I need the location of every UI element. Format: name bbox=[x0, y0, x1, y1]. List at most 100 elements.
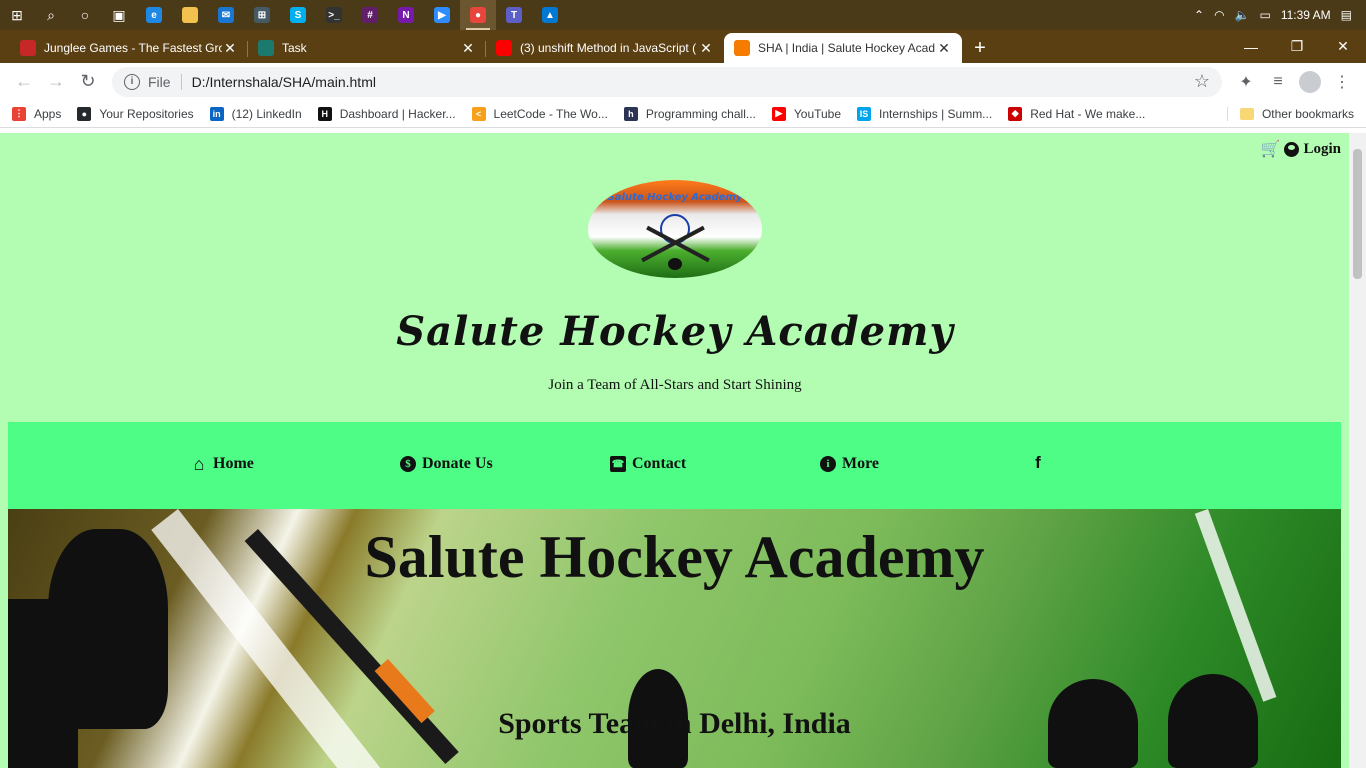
browser-tab[interactable]: Task ✕ bbox=[248, 33, 486, 63]
bookmark-item[interactable]: ▶ YouTube bbox=[771, 106, 841, 121]
back-button[interactable]: ← bbox=[8, 66, 40, 98]
tab-title: SHA | India | Salute Hockey Acad bbox=[758, 41, 935, 55]
notifications-icon[interactable]: ▤ bbox=[1341, 8, 1352, 22]
minimize-button[interactable]: — bbox=[1228, 30, 1274, 63]
nav-facebook[interactable]: f bbox=[1030, 453, 1046, 472]
tab-list: Junglee Games - The Fastest Gro ✕ Task ✕ (3)… bbox=[10, 33, 962, 63]
teams-glyph: T bbox=[506, 7, 522, 23]
tab-close-icon[interactable]: ✕ bbox=[936, 40, 952, 57]
bookmark-label: (12) LinkedIn bbox=[231, 106, 302, 121]
edge-icon[interactable]: e bbox=[136, 0, 172, 30]
menu-icon[interactable]: ⋮ bbox=[1326, 66, 1358, 98]
profile-button[interactable] bbox=[1294, 66, 1326, 98]
tab-favicon-icon bbox=[258, 40, 274, 56]
slack-icon[interactable]: # bbox=[352, 0, 388, 30]
bookmark-label: Internships | Summ... bbox=[879, 106, 993, 121]
bookmark-label: Your Repositories bbox=[99, 106, 194, 121]
login-link[interactable]: Login bbox=[1303, 141, 1341, 158]
chrome-icon[interactable]: ● bbox=[460, 0, 496, 30]
volume-icon[interactable]: 🔈 bbox=[1235, 8, 1250, 22]
clock[interactable]: 11:39 AM bbox=[1281, 8, 1331, 22]
extensions-icon[interactable]: ✦ bbox=[1230, 66, 1262, 98]
zoom-icon[interactable]: ▶ bbox=[424, 0, 460, 30]
bookmark-icon: ▶ bbox=[771, 106, 786, 121]
account-links: 🛒 Login bbox=[1261, 139, 1341, 159]
bookmark-item[interactable]: ⋮ Apps bbox=[12, 106, 62, 121]
cortana-icon[interactable]: ○ bbox=[68, 0, 102, 30]
tab-close-icon[interactable]: ✕ bbox=[460, 40, 476, 57]
search-icon[interactable]: ⌕ bbox=[34, 0, 68, 30]
browser-toolbar: ← → ↻ i File D:/Internshala/SHA/main.htm… bbox=[0, 63, 1366, 100]
site-title: Salute Hockey Academy bbox=[396, 308, 954, 355]
onenote-icon[interactable]: N bbox=[388, 0, 424, 30]
hockey-ball-icon bbox=[668, 258, 682, 270]
tab-favicon-icon bbox=[20, 40, 36, 56]
tab-favicon-icon bbox=[734, 40, 750, 56]
mail-icon[interactable]: ✉ bbox=[208, 0, 244, 30]
avatar bbox=[1299, 70, 1321, 93]
bookmark-item[interactable]: H Dashboard | Hacker... bbox=[317, 106, 456, 121]
tab-close-icon[interactable]: ✕ bbox=[222, 40, 238, 57]
bookmark-icon: ● bbox=[77, 106, 92, 121]
bookmark-item[interactable]: h Programming chall... bbox=[623, 106, 756, 121]
bookmark-item[interactable]: ◆ Red Hat - We make... bbox=[1008, 106, 1145, 121]
file-explorer-icon[interactable] bbox=[172, 0, 208, 30]
windows-start-icon[interactable]: ⊞ bbox=[0, 0, 34, 30]
browser-tab[interactable]: (3) unshift Method in JavaScript (✕ bbox=[486, 33, 724, 63]
url-text[interactable]: D:/Internshala/SHA/main.html bbox=[192, 74, 376, 90]
bookmark-label: Programming chall... bbox=[645, 106, 756, 121]
bookmark-item[interactable]: < LeetCode - The Wo... bbox=[471, 106, 608, 121]
other-bookmarks-label: Other bookmarks bbox=[1261, 106, 1354, 121]
wifi-icon[interactable]: ◠ bbox=[1214, 8, 1224, 22]
bookmark-label: Apps bbox=[34, 106, 62, 121]
hero-subtitle: Sports Team in Delhi, India bbox=[498, 707, 851, 740]
bookmark-star-icon[interactable]: ☆ bbox=[1194, 71, 1210, 92]
facebook-icon: f bbox=[1035, 453, 1041, 472]
browser-tab[interactable]: Junglee Games - The Fastest Gro ✕ bbox=[10, 33, 248, 63]
cart-icon[interactable]: 🛒 bbox=[1261, 139, 1281, 159]
bookmark-icon: IS bbox=[857, 106, 872, 121]
close-window-button[interactable]: ✕ bbox=[1320, 30, 1366, 63]
photos-glyph: ▲ bbox=[542, 7, 558, 23]
restore-button[interactable]: ❐ bbox=[1274, 30, 1320, 63]
nav-home-label: Home bbox=[213, 455, 254, 472]
bookmark-item[interactable]: in (12) LinkedIn bbox=[209, 106, 302, 121]
edge-glyph: e bbox=[146, 7, 162, 23]
nav-donate[interactable]: $ Donate Us bbox=[400, 455, 493, 473]
bookmark-item[interactable]: IS Internships | Summ... bbox=[857, 106, 993, 121]
store-glyph: ⊞ bbox=[254, 7, 270, 23]
bookmark-label: Dashboard | Hacker... bbox=[339, 106, 456, 121]
new-tab-button[interactable]: + bbox=[962, 33, 998, 63]
player-silhouette bbox=[8, 599, 78, 768]
teams-icon[interactable]: T bbox=[496, 0, 532, 30]
reload-button[interactable]: ↻ bbox=[72, 66, 104, 98]
other-bookmarks[interactable]: Other bookmarks bbox=[1226, 106, 1354, 121]
bookmark-label: LeetCode - The Wo... bbox=[493, 106, 608, 121]
skype-icon[interactable]: S bbox=[280, 0, 316, 30]
tab-favicon-icon bbox=[496, 40, 512, 56]
tab-close-icon[interactable]: ✕ bbox=[698, 40, 714, 57]
terminal-icon[interactable]: >_ bbox=[316, 0, 352, 30]
nav-more[interactable]: i More bbox=[820, 455, 879, 473]
browser-tab[interactable]: SHA | India | Salute Hockey Acad ✕ bbox=[724, 33, 962, 63]
page-scrollbar[interactable] bbox=[1349, 133, 1366, 768]
store-icon[interactable]: ⊞ bbox=[244, 0, 280, 30]
info-icon[interactable]: i bbox=[124, 73, 140, 90]
bookmark-icon: < bbox=[471, 106, 486, 121]
photos-icon[interactable]: ▲ bbox=[532, 0, 568, 30]
battery-icon[interactable]: ▭ bbox=[1260, 8, 1271, 22]
info-icon: i bbox=[820, 456, 836, 472]
bookmark-icon: ⋮ bbox=[12, 106, 26, 121]
chevron-up-icon[interactable]: ⌃ bbox=[1194, 8, 1204, 22]
nav-home[interactable]: ⌂ Home bbox=[191, 454, 254, 474]
scrollbar-thumb[interactable] bbox=[1353, 149, 1362, 279]
task-view-icon[interactable]: ▣ bbox=[102, 0, 136, 30]
forward-button[interactable]: → bbox=[40, 66, 72, 98]
chrome-glyph: ● bbox=[470, 7, 486, 23]
media-control-icon[interactable]: ≡ bbox=[1262, 66, 1294, 98]
slack-glyph: # bbox=[362, 7, 378, 23]
bookmark-item[interactable]: ● Your Repositories bbox=[77, 106, 194, 121]
page-viewport: 🛒 Login Salute Hockey Academy Salute Hoc… bbox=[0, 133, 1366, 768]
nav-contact[interactable]: ☎ Contact bbox=[610, 455, 686, 473]
address-bar[interactable]: i File D:/Internshala/SHA/main.html ☆ bbox=[112, 66, 1222, 97]
